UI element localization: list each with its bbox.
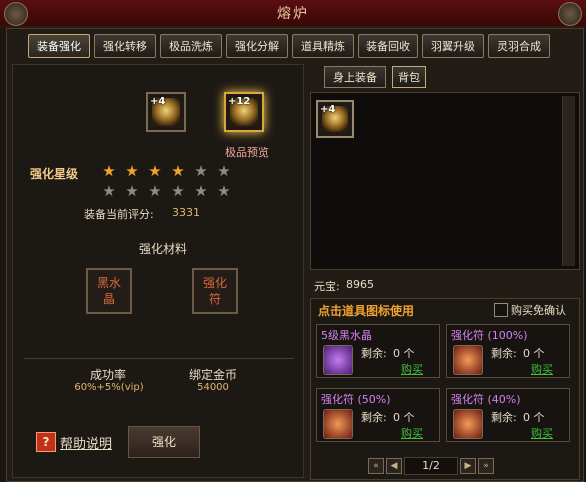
tab-enhance-transfer[interactable]: 强化转移 xyxy=(94,34,156,58)
shop-header: 点击道具图标使用 xyxy=(318,304,415,318)
star-icon: ★ xyxy=(217,162,231,180)
material-label: 黑水晶 xyxy=(96,276,121,306)
tab-item-refine[interactable]: 道具精炼 xyxy=(292,34,354,58)
success-rate-label: 成功率 xyxy=(89,368,126,382)
material-slot-talisman[interactable]: 强化符 xyxy=(192,268,238,314)
score-label: 装备当前评分: xyxy=(84,208,154,221)
talisman-icon[interactable] xyxy=(453,345,483,375)
page-indicator: 1/2 xyxy=(404,457,458,475)
buy-button[interactable]: 购买 xyxy=(401,361,423,377)
current-equipment-slot[interactable]: +4 xyxy=(146,92,186,132)
bound-gold-value: 54000 xyxy=(197,382,229,393)
score-value: 3331 xyxy=(172,206,200,219)
next-page-icon[interactable]: ▶ xyxy=(460,458,476,474)
tab-equip-enhance[interactable]: 装备强化 xyxy=(28,34,90,58)
last-page-icon[interactable]: » xyxy=(478,458,494,474)
no-confirm-checkbox[interactable] xyxy=(494,303,508,317)
star-icon: ★ xyxy=(148,162,162,180)
divider xyxy=(24,358,294,359)
star-icon: ★ xyxy=(125,182,139,200)
tab-wing-compose[interactable]: 灵羽合成 xyxy=(488,34,550,58)
enhance-level: +12 xyxy=(228,96,251,107)
remaining-count: 0 个 xyxy=(523,347,545,360)
enhance-button[interactable]: 强化 xyxy=(128,426,200,458)
star-icon: ★ xyxy=(217,182,231,200)
remaining-count: 0 个 xyxy=(523,411,545,424)
bag-scrollbar[interactable] xyxy=(562,96,575,266)
tab-refine-wash[interactable]: 极品洗炼 xyxy=(160,34,222,58)
material-label: 强化符 xyxy=(202,276,227,306)
shop-item: 强化符 (50%) 剩余: 0 个 购买 xyxy=(316,388,440,442)
remaining-count: 0 个 xyxy=(393,347,415,360)
star-icon: ★ xyxy=(102,182,116,200)
star-icon: ★ xyxy=(194,182,208,200)
item-name: 强化符 (40%) xyxy=(451,393,521,406)
star-icon: ★ xyxy=(194,162,208,180)
first-page-icon[interactable]: « xyxy=(368,458,384,474)
remaining-label: 剩余: xyxy=(491,411,517,424)
window-title: 熔炉 xyxy=(277,6,309,22)
star-icon: ★ xyxy=(148,182,162,200)
talisman-icon[interactable] xyxy=(453,409,483,439)
success-rate-value: 60%+5%(vip) xyxy=(74,382,144,393)
materials-title: 强化材料 xyxy=(138,242,187,256)
buy-button[interactable]: 购买 xyxy=(401,425,423,441)
remaining-label: 剩余: xyxy=(361,347,387,360)
tab-equipped[interactable]: 身上装备 xyxy=(324,66,386,88)
bag-item-slot[interactable]: +4 xyxy=(316,100,354,138)
shop-item: 强化符 (40%) 剩余: 0 个 购买 xyxy=(446,388,570,442)
preview-caption: 极品预览 xyxy=(225,146,269,159)
star-icon: ★ xyxy=(171,162,185,180)
no-confirm-label: 购买免确认 xyxy=(511,304,566,317)
purple-crystal-icon[interactable] xyxy=(323,345,353,375)
remaining-label: 剩余: xyxy=(361,411,387,424)
help-icon[interactable]: ? xyxy=(36,432,56,452)
tab-bag[interactable]: 背包 xyxy=(392,66,426,88)
bound-gold-label: 绑定金币 xyxy=(188,368,237,382)
star-level-label: 强化星级 xyxy=(30,167,79,181)
star-icon: ★ xyxy=(125,162,139,180)
help-link[interactable]: 帮助说明 xyxy=(60,433,112,452)
yuanbao-label: 元宝: xyxy=(314,280,340,293)
tab-equip-recycle[interactable]: 装备回收 xyxy=(358,34,418,58)
prev-page-icon[interactable]: ◀ xyxy=(386,458,402,474)
enhance-level: +4 xyxy=(320,104,336,115)
enhance-level: +4 xyxy=(150,96,166,107)
yuanbao-value: 8965 xyxy=(346,278,374,291)
item-name: 5级黑水晶 xyxy=(321,329,372,342)
star-icon: ★ xyxy=(171,182,185,200)
talisman-icon[interactable] xyxy=(323,409,353,439)
tab-wing-upgrade[interactable]: 羽翼升级 xyxy=(422,34,484,58)
remaining-count: 0 个 xyxy=(393,411,415,424)
remaining-label: 剩余: xyxy=(491,347,517,360)
item-name: 强化符 (50%) xyxy=(321,393,391,406)
item-name: 强化符 (100%) xyxy=(451,329,528,342)
buy-button[interactable]: 购买 xyxy=(531,425,553,441)
tab-enhance-decompose[interactable]: 强化分解 xyxy=(226,34,288,58)
shop-item: 5级黑水晶 剩余: 0 个 购买 xyxy=(316,324,440,378)
material-slot-black-crystal[interactable]: 黑水晶 xyxy=(86,268,132,314)
shop-item: 强化符 (100%) 剩余: 0 个 购买 xyxy=(446,324,570,378)
buy-button[interactable]: 购买 xyxy=(531,361,553,377)
star-icon: ★ xyxy=(102,162,116,180)
preview-equipment-slot[interactable]: +12 xyxy=(224,92,264,132)
